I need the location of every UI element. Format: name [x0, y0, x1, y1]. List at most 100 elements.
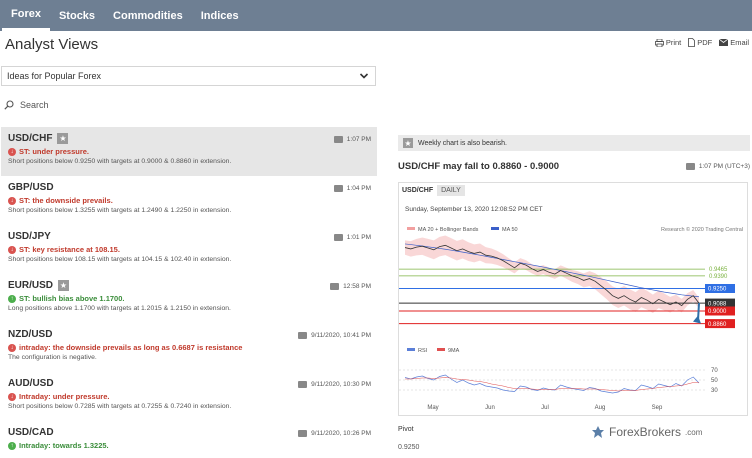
item-time: 1:07 PM: [346, 136, 371, 143]
page-title: Analyst Views: [5, 36, 99, 53]
pair-name: USD/CAD: [8, 427, 54, 438]
pivot-label: Pivot: [398, 426, 414, 433]
item-time: 9/11/2020, 10:41 PM: [311, 332, 371, 339]
item-description: Long positions above 1.1700 with targets…: [8, 305, 231, 312]
pdf-icon: [688, 38, 696, 47]
printer-icon: [654, 38, 664, 47]
list-item-nzdusd[interactable]: NZD/USD 9/11/2020, 10:41 PM ↓ intraday: t…: [1, 323, 377, 372]
item-time: 9/11/2020, 10:26 PM: [311, 430, 371, 437]
level-label-2: 0.9250: [708, 287, 727, 293]
watermark-suffix: .com: [685, 427, 703, 437]
rsi-level-label-1: 50: [711, 378, 718, 384]
item-description: Short positions below 108.15 with target…: [8, 256, 232, 263]
arrow-down-icon: ↓: [8, 343, 16, 352]
price-chart: USD/CHF DAILY Sunday, September 13, 2020…: [398, 182, 748, 416]
x-tick-label-1: Jun: [485, 405, 495, 411]
list-item-usdchf[interactable]: USD/CHF ★ 1:07 PM ↓ ST: under pressure. Sh…: [1, 127, 377, 176]
email-label: Email: [730, 38, 749, 47]
pair-name: GBP/USD: [8, 182, 54, 193]
pair-name: USD/CHF: [8, 133, 53, 144]
list-item-usdjpy[interactable]: USD/JPY 1:01 PM ↓ ST: key resistance at 1…: [1, 225, 377, 274]
chart-timeframe[interactable]: DAILY: [437, 185, 465, 196]
list-item-eurusd[interactable]: EUR/USD ★ 12:58 PM ↑ ST: bullish bias abov…: [1, 274, 377, 323]
search-icon: [4, 100, 14, 110]
arrow-down-icon: ↓: [8, 392, 16, 401]
level-label-0: 0.9465: [709, 267, 728, 273]
forecast-arrow-head: [693, 315, 701, 324]
item-headline: Intraday: towards 1.3225.: [19, 441, 109, 450]
star-icon: ★: [403, 138, 413, 148]
item-time: 12:58 PM: [343, 283, 371, 290]
item-headline: ST: the downside prevails.: [19, 196, 113, 205]
comment-icon: [333, 136, 343, 143]
item-headline: intraday: the downside prevails as long …: [19, 343, 243, 352]
tab-commodities[interactable]: Commodities: [104, 0, 192, 31]
note-text: Weekly chart is also bearish.: [418, 139, 507, 147]
print-button[interactable]: Print: [654, 38, 682, 47]
star-icon[interactable]: ★: [58, 280, 70, 291]
rsi-level-label-0: 70: [711, 368, 718, 374]
legend-rsi-ma: 9MA: [448, 348, 460, 354]
item-headline: ST: under pressure.: [19, 147, 90, 156]
item-headline: Intraday: under pressure.: [19, 392, 110, 401]
item-time: 1:04 PM: [346, 185, 371, 192]
level-label-4: 0.9000: [708, 309, 727, 315]
forexbrokers-watermark: ForexBrokers .com: [591, 425, 702, 439]
item-description: The configuration is negative.: [8, 354, 97, 361]
pivot-value: 0.9250: [398, 444, 420, 451]
level-label-5: 0.8860: [708, 322, 727, 328]
level-label-1: 0.9390: [709, 274, 728, 280]
watermark-text: ForexBrokers: [609, 425, 682, 439]
comment-icon: [298, 430, 308, 437]
legend-ma20-swatch: [407, 227, 415, 230]
comment-icon: [333, 185, 343, 192]
item-description: Short positions below 0.9250 with target…: [8, 158, 232, 165]
share-toolbar: Print PDF Email: [654, 38, 749, 47]
level-label-3: 0.9088: [708, 301, 727, 307]
star-icon[interactable]: ★: [57, 133, 69, 144]
list-item-audusd[interactable]: AUD/USD 9/11/2020, 10:30 PM ↓ Intraday: u…: [1, 372, 377, 421]
legend-rsi-swatch: [407, 348, 415, 351]
note-banner: ★ Weekly chart is also bearish.: [398, 135, 750, 151]
pdf-label: PDF: [697, 38, 713, 47]
pair-name: EUR/USD: [8, 280, 54, 291]
item-description: Short positions below 0.7285 with target…: [8, 403, 232, 410]
x-tick-label-3: Aug: [595, 405, 606, 411]
search-input[interactable]: Search: [4, 100, 49, 110]
pdf-button[interactable]: PDF: [688, 38, 712, 47]
chevron-down-icon: [359, 73, 369, 79]
chart-symbol: USD/CHF: [402, 187, 434, 194]
email-button[interactable]: Email: [719, 38, 749, 47]
pair-name: AUD/USD: [8, 378, 54, 389]
bull-logo-icon: [592, 426, 604, 438]
rsi-ma-line: [405, 377, 699, 392]
legend-ma50-swatch: [491, 227, 499, 230]
tab-forex[interactable]: Forex: [2, 0, 50, 31]
pair-name: USD/JPY: [8, 231, 51, 242]
list-item-usdcad[interactable]: USD/CAD 9/11/2020, 10:26 PM ↑ Intraday: t…: [1, 421, 377, 458]
ideas-filter-select[interactable]: Ideas for Popular Forex: [1, 66, 376, 86]
chart-date: Sunday, September 13, 2020 12:08:52 PM C…: [405, 206, 543, 213]
comment-icon: [298, 332, 308, 339]
tab-indices[interactable]: Indices: [192, 0, 248, 31]
detail-time: 1:07 PM (UTC+3): [698, 163, 750, 170]
comment-icon: [685, 163, 695, 170]
list-item-gbpusd[interactable]: GBP/USD 1:04 PM ↓ ST: the downside prevai…: [1, 176, 377, 225]
x-tick-label-2: Jul: [541, 405, 549, 411]
legend-rsi: RSI: [418, 348, 428, 354]
arrow-up-icon: ↑: [8, 441, 16, 450]
x-tick-label-0: May: [427, 405, 438, 411]
legend-rsi-ma-swatch: [437, 348, 445, 351]
tab-stocks[interactable]: Stocks: [50, 0, 104, 31]
print-label: Print: [665, 38, 682, 47]
comment-icon: [330, 283, 340, 290]
arrow-down-icon: ↓: [8, 196, 16, 205]
ideas-list: USD/CHF ★ 1:07 PM ↓ ST: under pressure. Sh…: [1, 127, 377, 458]
item-time: 1:01 PM: [346, 234, 371, 241]
x-tick-label-4: Sep: [652, 405, 663, 411]
search-label: Search: [20, 100, 49, 110]
item-description: Short positions below 1.3255 with target…: [8, 207, 232, 214]
item-headline: ST: key resistance at 108.15.: [19, 245, 120, 254]
idea-detail: ★ Weekly chart is also bearish. USD/CHF …: [398, 135, 750, 172]
legend-ma50: MA 50: [502, 227, 518, 233]
